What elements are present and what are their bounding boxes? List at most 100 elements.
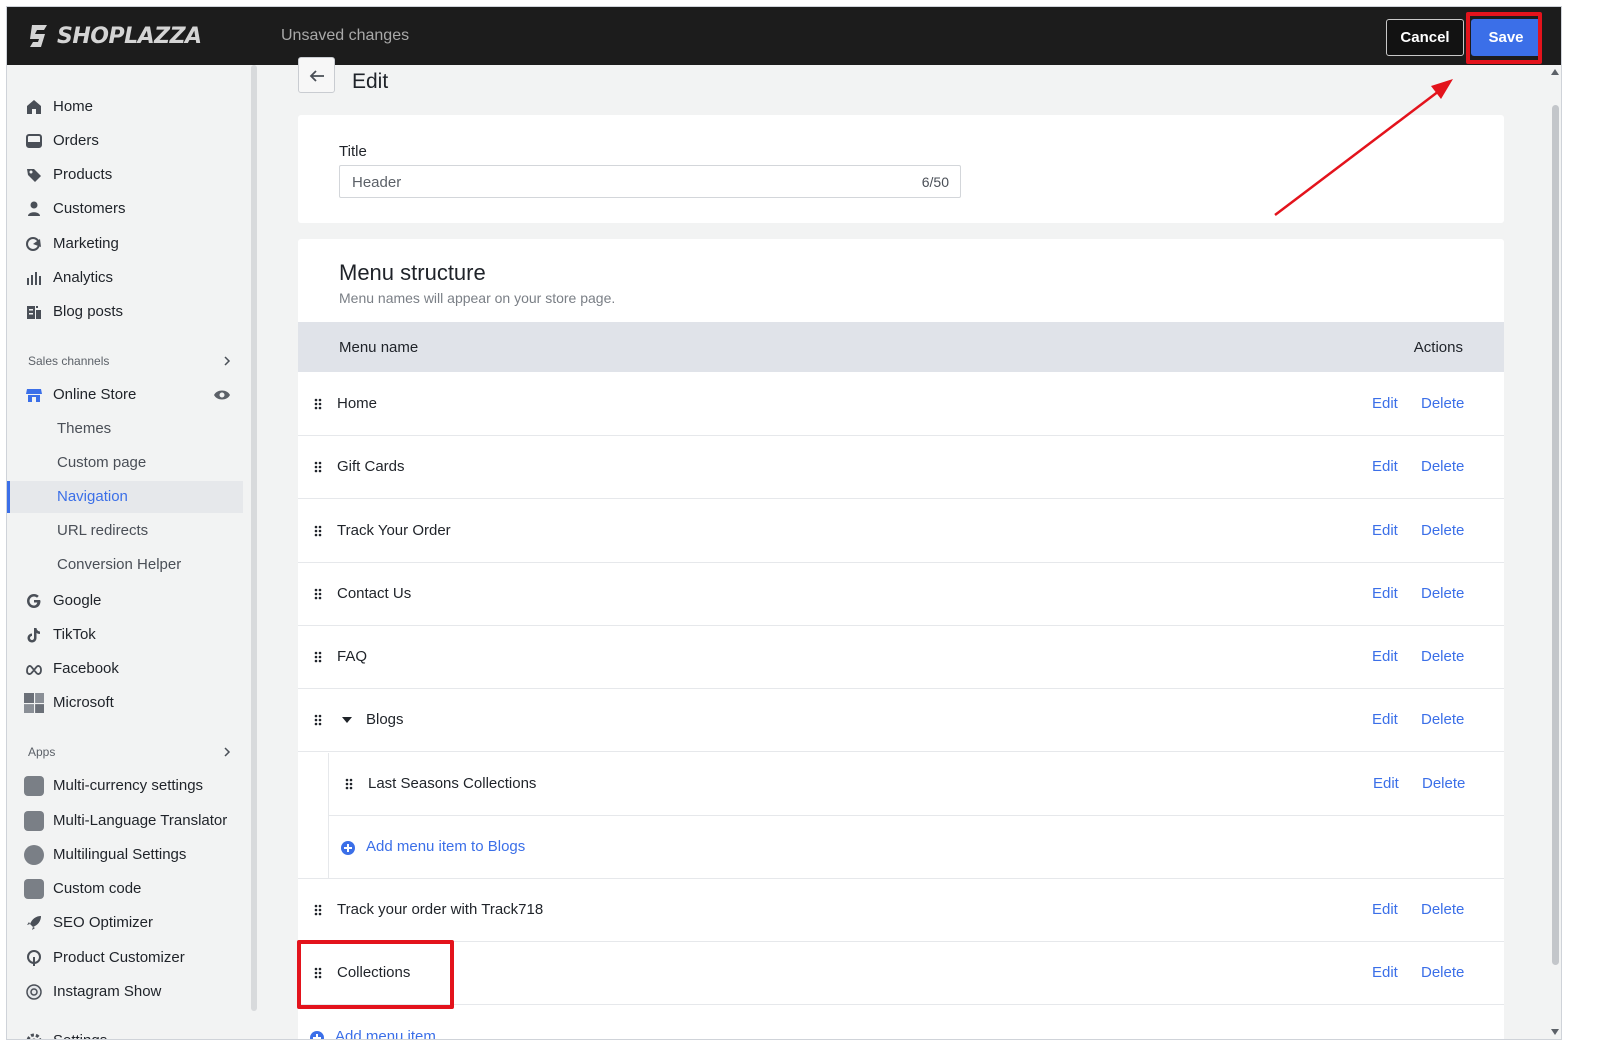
sidebar-item-customers[interactable]: Customers <box>7 194 243 224</box>
plus-circle-icon[interactable] <box>341 841 355 855</box>
sidebar-item-url-redirects[interactable]: URL redirects <box>7 515 243 547</box>
sidebar-item-label: Conversion Helper <box>57 556 182 573</box>
delete-link[interactable]: Delete <box>1421 585 1464 602</box>
edit-link[interactable]: Edit <box>1372 711 1398 728</box>
add-menu-item-link[interactable]: Add menu item <box>335 1028 436 1039</box>
translator-app-icon <box>24 811 44 831</box>
sidebar-item-online-store[interactable]: Online Store <box>7 380 243 410</box>
google-icon <box>27 594 41 608</box>
scroll-down-icon[interactable] <box>1551 1029 1559 1035</box>
shoplazza-logo[interactable]: SHOPLAZZA <box>27 21 202 51</box>
sidebar-item-label: Navigation <box>57 488 128 505</box>
sidebar-app-product-customizer[interactable]: Product Customizer <box>7 943 243 973</box>
delete-link[interactable]: Delete <box>1422 775 1465 792</box>
add-menu-item-row: Add menu item <box>298 1006 1504 1039</box>
scrollbar-thumb[interactable] <box>1552 105 1559 965</box>
delete-link[interactable]: Delete <box>1421 522 1464 539</box>
edit-link[interactable]: Edit <box>1372 964 1398 981</box>
sidebar-item-conversion-helper[interactable]: Conversion Helper <box>7 549 243 581</box>
edit-link[interactable]: Edit <box>1372 395 1398 412</box>
sidebar-app-instagram-show[interactable]: Instagram Show <box>7 977 243 1007</box>
drag-handle-icon[interactable] <box>314 651 322 663</box>
drag-handle-icon[interactable] <box>314 398 322 410</box>
edit-link[interactable]: Edit <box>1372 585 1398 602</box>
rocket-icon <box>27 916 41 930</box>
drag-handle-icon[interactable] <box>314 588 322 600</box>
sidebar-item-label: SEO Optimizer <box>53 914 154 931</box>
sidebar-item-marketing[interactable]: Marketing <box>7 229 243 259</box>
plus-circle-icon[interactable] <box>310 1031 324 1039</box>
sidebar-item-custom-page[interactable]: Custom page <box>7 447 243 479</box>
sidebar-item-label: Customers <box>53 200 126 217</box>
store-icon <box>26 389 42 402</box>
logo-text: SHOPLAZZA <box>57 23 202 49</box>
drag-handle-icon[interactable] <box>314 904 322 916</box>
bar-chart-icon <box>27 272 41 285</box>
title-card: Title Header 6/50 <box>298 115 1504 223</box>
sidebar-item-settings[interactable]: Settings <box>7 1026 243 1039</box>
edit-link[interactable]: Edit <box>1372 901 1398 918</box>
sidebar-app-multi-currency[interactable]: Multi-currency settings <box>7 771 243 801</box>
sidebar-item-label: Online Store <box>53 386 137 403</box>
microsoft-icon <box>24 693 44 713</box>
delete-link[interactable]: Delete <box>1421 458 1464 475</box>
chevron-right-icon[interactable] <box>221 746 233 758</box>
menu-row-contact-us: Contact Us Edit Delete <box>298 563 1504 626</box>
edit-link[interactable]: Edit <box>1373 775 1399 792</box>
back-button[interactable] <box>298 57 335 93</box>
drag-handle-icon[interactable] <box>345 778 353 790</box>
sidebar-item-tiktok[interactable]: TikTok <box>7 620 243 650</box>
sales-channels-label: Sales channels <box>28 354 110 368</box>
edit-link[interactable]: Edit <box>1372 458 1398 475</box>
menu-row-home: Home Edit Delete <box>298 373 1504 436</box>
sidebar-item-navigation[interactable]: Navigation <box>7 481 243 513</box>
sidebar-app-seo-optimizer[interactable]: SEO Optimizer <box>7 908 243 938</box>
drag-handle-icon[interactable] <box>314 714 322 726</box>
menu-item-name: Blogs <box>366 711 404 728</box>
currency-app-icon <box>24 776 44 796</box>
sidebar-item-products[interactable]: Products <box>7 160 243 190</box>
menu-item-name: Track your order with Track718 <box>337 901 544 918</box>
menu-row-last-seasons-collections: Last Seasons Collections Edit Delete <box>328 753 1504 816</box>
edit-link[interactable]: Edit <box>1372 648 1398 665</box>
sidebar-item-label: Themes <box>57 420 112 437</box>
menu-item-name: FAQ <box>337 648 368 665</box>
drag-handle-icon[interactable] <box>314 525 322 537</box>
eye-icon[interactable] <box>213 388 231 402</box>
sidebar-item-label: Settings <box>53 1032 107 1039</box>
sidebar-item-facebook[interactable]: Facebook <box>7 654 243 684</box>
main-scrollbar[interactable] <box>1547 65 1561 1039</box>
menu-row-gift-cards: Gift Cards Edit Delete <box>298 436 1504 499</box>
edit-link[interactable]: Edit <box>1372 522 1398 539</box>
top-bar: SHOPLAZZA Unsaved changes Cancel Save <box>7 7 1561 65</box>
multilingual-app-icon <box>24 845 44 865</box>
delete-link[interactable]: Delete <box>1421 901 1464 918</box>
meta-icon <box>26 665 42 675</box>
title-input[interactable]: Header 6/50 <box>339 165 961 198</box>
sidebar-item-label: Analytics <box>53 269 114 286</box>
cancel-button[interactable]: Cancel <box>1386 19 1464 56</box>
sidebar-item-home[interactable]: Home <box>7 92 243 122</box>
delete-link[interactable]: Delete <box>1421 964 1464 981</box>
scroll-up-icon[interactable] <box>1551 69 1559 75</box>
sidebar-app-multi-language-translator[interactable]: Multi-Language Translator <box>7 806 243 836</box>
sidebar-item-google[interactable]: Google <box>7 586 243 616</box>
sidebar-app-custom-code[interactable]: Custom code <box>7 874 243 904</box>
delete-link[interactable]: Delete <box>1421 648 1464 665</box>
chevron-right-icon[interactable] <box>221 355 233 367</box>
delete-link[interactable]: Delete <box>1421 395 1464 412</box>
add-menu-item-to-blogs-link[interactable]: Add menu item to Blogs <box>366 838 525 855</box>
caret-down-icon[interactable] <box>342 717 352 723</box>
sidebar-item-themes[interactable]: Themes <box>7 413 243 445</box>
sidebar-item-blog-posts[interactable]: Blog posts <box>7 297 243 327</box>
sidebar-app-multilingual-settings[interactable]: Multilingual Settings <box>7 840 243 870</box>
sidebar-item-label: TikTok <box>53 626 96 643</box>
sidebar-item-label: Instagram Show <box>53 983 162 1000</box>
delete-link[interactable]: Delete <box>1421 711 1464 728</box>
drag-handle-icon[interactable] <box>314 461 322 473</box>
sidebar-item-microsoft[interactable]: Microsoft <box>7 688 243 718</box>
save-button[interactable]: Save <box>1471 19 1541 56</box>
sidebar-item-orders[interactable]: Orders <box>7 126 243 156</box>
sidebar-item-label: Google <box>53 592 102 609</box>
sidebar-item-analytics[interactable]: Analytics <box>7 263 243 293</box>
